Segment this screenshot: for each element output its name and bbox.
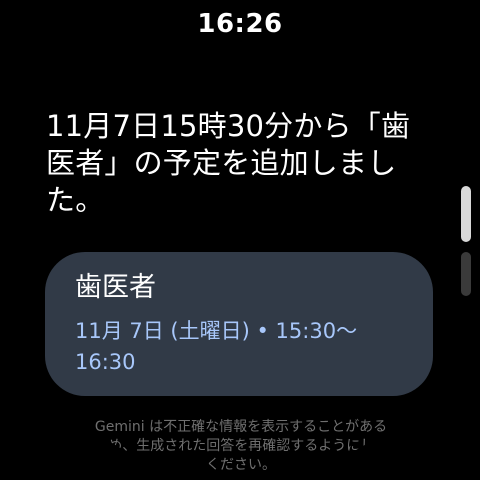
event-title: 歯医者 [75, 272, 156, 303]
disclaimer-text: Gemini は不正確な情報を表示することがあるため、生成された回答を再確認する… [94, 419, 388, 473]
event-datetime: 11月 7日 (土曜日) • 15:30～16:30 [75, 319, 358, 374]
scrollbar-track [461, 252, 471, 296]
round-bezel-mask [0, 0, 480, 480]
status-time: 16:26 [197, 9, 283, 39]
watch-screen: 16:26 11月7日15時30分から「歯医者」の予定を追加しました。 歯医者 … [0, 0, 480, 480]
event-card[interactable]: 歯医者 11月 7日 (土曜日) • 15:30～16:30 [45, 252, 433, 396]
scrollbar-thumb[interactable] [461, 186, 471, 242]
assistant-response-text: 11月7日15時30分から「歯医者」の予定を追加しました。 [46, 109, 411, 217]
